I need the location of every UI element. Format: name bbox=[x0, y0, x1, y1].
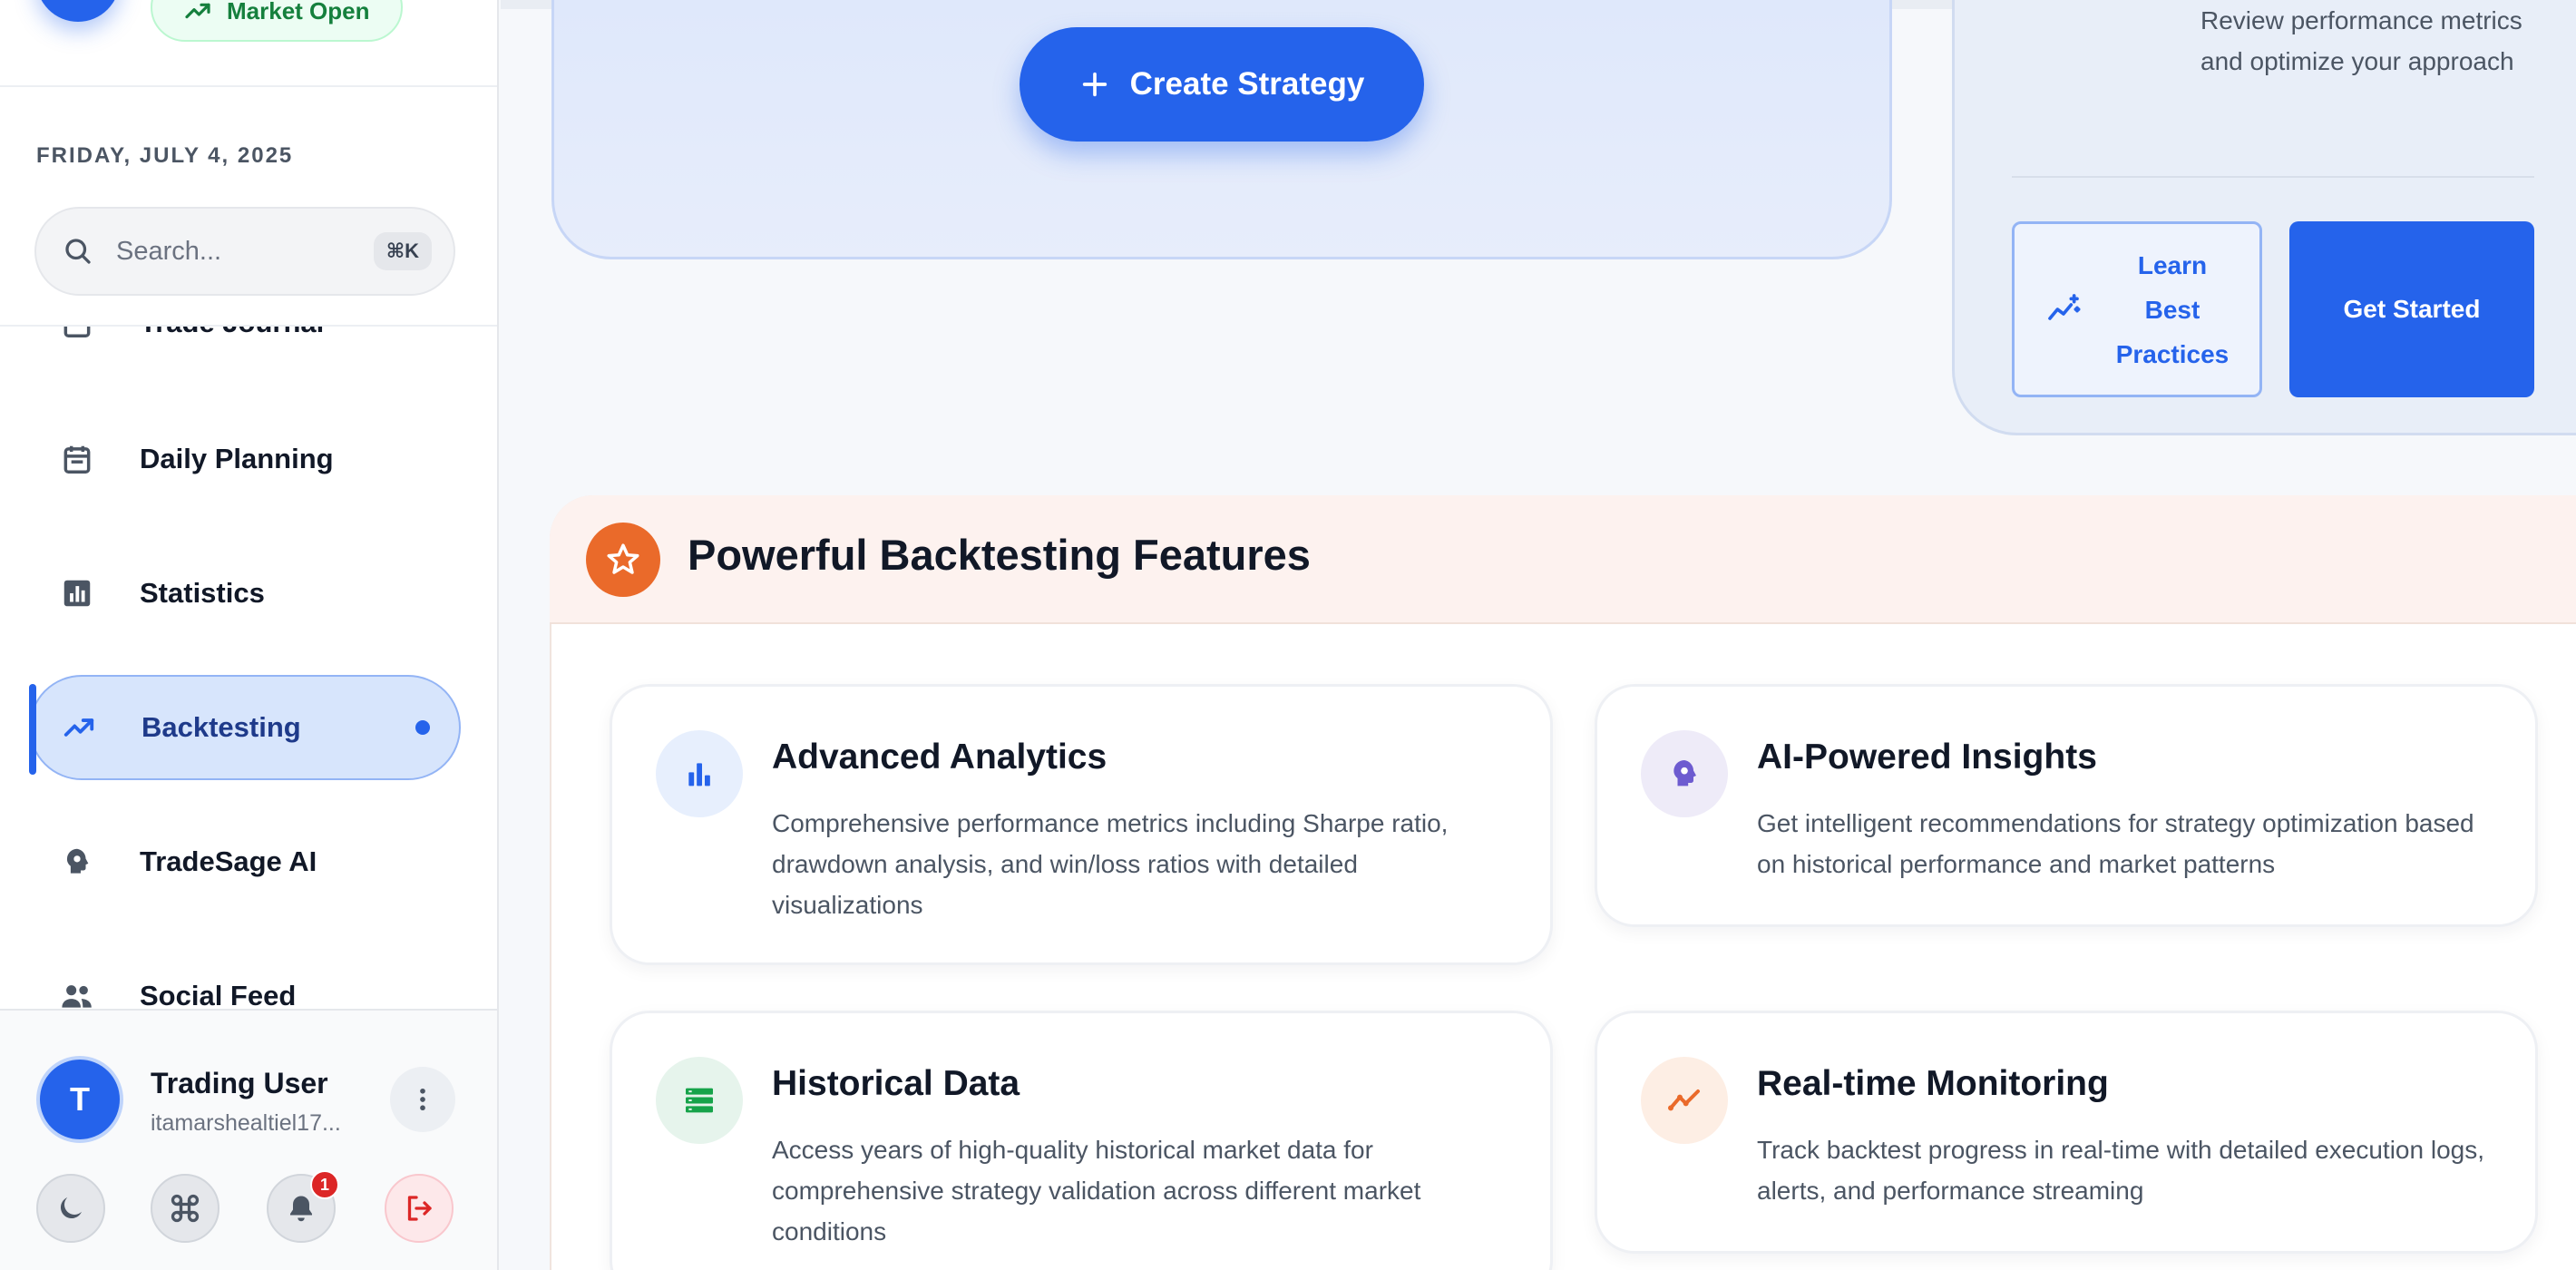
app-logo[interactable] bbox=[36, 0, 120, 22]
sidebar-item-label: Social Feed bbox=[140, 980, 297, 1009]
user-email: itamarshealtiel17... bbox=[151, 1110, 341, 1136]
avatar[interactable]: T bbox=[36, 1056, 123, 1143]
sidebar-item-statistics[interactable]: Statistics bbox=[29, 541, 461, 646]
sidebar-item-daily-planning[interactable]: Daily Planning bbox=[29, 406, 461, 512]
feature-card-realtime-monitoring: Real-time Monitoring Track backtest prog… bbox=[1595, 1011, 2538, 1254]
more-vertical-icon bbox=[420, 1088, 425, 1111]
user-name: Trading User bbox=[151, 1067, 328, 1099]
bar-chart-icon bbox=[63, 580, 91, 607]
moon-icon bbox=[60, 1197, 82, 1219]
star-icon bbox=[607, 543, 639, 574]
bar-chart-icon bbox=[688, 763, 710, 786]
notification-badge: 1 bbox=[310, 1170, 339, 1199]
feature-icon-badge bbox=[656, 730, 743, 817]
feature-card-historical-data: Historical Data Access years of high-qua… bbox=[610, 1011, 1553, 1270]
sidebar-item-label: TradeSage AI bbox=[140, 845, 317, 877]
calendar-icon bbox=[63, 445, 91, 474]
feature-title: Historical Data bbox=[772, 1064, 1020, 1103]
feature-description: Track backtest progress in real-time wit… bbox=[1757, 1136, 2484, 1205]
ai-head-icon bbox=[1673, 760, 1696, 786]
learn-best-practices-label: Learn Best Practices bbox=[2115, 250, 2230, 368]
star-badge bbox=[586, 523, 660, 597]
info-card-text: Review performance metrics and optimize … bbox=[2200, 6, 2522, 75]
features-title: Powerful Backtesting Features bbox=[688, 531, 1311, 579]
divider bbox=[2012, 176, 2534, 178]
sidebar-item-tradesage-ai[interactable]: TradeSage AI bbox=[29, 809, 461, 914]
journal-icon bbox=[63, 327, 91, 337]
learn-best-practices-button[interactable]: Learn Best Practices bbox=[2012, 221, 2262, 397]
command-palette-button[interactable] bbox=[151, 1174, 220, 1243]
bell-icon bbox=[290, 1196, 312, 1222]
feature-title: AI-Powered Insights bbox=[1757, 738, 2097, 777]
plus-icon bbox=[1082, 72, 1107, 97]
sparkle-chart-icon bbox=[2048, 294, 2081, 320]
feature-title: Advanced Analytics bbox=[772, 738, 1107, 777]
active-indicator-dot bbox=[415, 720, 430, 735]
sidebar-item-backtesting[interactable]: Backtesting bbox=[29, 675, 461, 780]
logout-icon bbox=[407, 1196, 432, 1221]
sidebar-item-label: Backtesting bbox=[141, 711, 301, 743]
feature-icon-badge bbox=[1641, 1057, 1728, 1144]
current-date: FRIDAY, JULY 4, 2025 bbox=[36, 143, 294, 168]
get-started-button[interactable]: Get Started bbox=[2289, 221, 2534, 397]
trending-up-icon bbox=[185, 3, 210, 19]
search-placeholder: Search... bbox=[116, 236, 222, 266]
sidebar: Market Open FRIDAY, JULY 4, 2025 Search.… bbox=[0, 0, 499, 1270]
command-icon bbox=[171, 1194, 200, 1223]
market-status-label: Market Open bbox=[227, 0, 370, 24]
sidebar-item-social-feed[interactable]: Social Feed bbox=[29, 943, 461, 1009]
create-strategy-label: Create Strategy bbox=[1129, 66, 1365, 102]
create-strategy-button[interactable]: Create Strategy bbox=[1020, 27, 1424, 142]
trending-up-icon bbox=[63, 718, 94, 737]
theme-toggle-button[interactable] bbox=[36, 1174, 105, 1243]
sidebar-item-label: Trade Journal bbox=[140, 327, 324, 339]
feature-description: Get intelligent recommendations for stra… bbox=[1757, 809, 2474, 878]
data-stack-icon bbox=[686, 1088, 713, 1113]
feature-icon-badge bbox=[1641, 730, 1728, 817]
notifications-button[interactable]: 1 bbox=[267, 1170, 339, 1243]
search-icon bbox=[65, 239, 91, 264]
sidebar-header: Market Open bbox=[0, 0, 497, 87]
sidebar-item-label: Statistics bbox=[140, 577, 265, 609]
feature-description: Comprehensive performance metrics includ… bbox=[772, 809, 1449, 919]
logout-button[interactable] bbox=[385, 1174, 454, 1243]
ai-head-icon bbox=[66, 848, 89, 874]
feature-card-ai-insights: AI-Powered Insights Get intelligent reco… bbox=[1595, 684, 2538, 927]
feature-title: Real-time Monitoring bbox=[1757, 1064, 2109, 1103]
sidebar-nav: Trade Journal Daily Planning Statistics … bbox=[0, 327, 497, 1009]
sidebar-item-label: Daily Planning bbox=[140, 443, 334, 474]
search-input[interactable]: Search... ⌘K bbox=[34, 207, 455, 296]
sidebar-item-trade-journal[interactable]: Trade Journal bbox=[29, 327, 461, 376]
user-panel: T Trading User itamarshealtiel17... 1 bbox=[0, 1009, 497, 1270]
trend-line-icon bbox=[1668, 1089, 1700, 1111]
search-shortcut: ⌘K bbox=[373, 232, 432, 270]
market-status-badge: Market Open bbox=[151, 0, 403, 42]
feature-icon-badge bbox=[656, 1057, 743, 1144]
feature-description: Access years of high-quality historical … bbox=[772, 1136, 1421, 1246]
user-menu-button[interactable] bbox=[390, 1067, 455, 1132]
feature-card-advanced-analytics: Advanced Analytics Comprehensive perform… bbox=[610, 684, 1553, 965]
people-icon bbox=[62, 985, 92, 1008]
